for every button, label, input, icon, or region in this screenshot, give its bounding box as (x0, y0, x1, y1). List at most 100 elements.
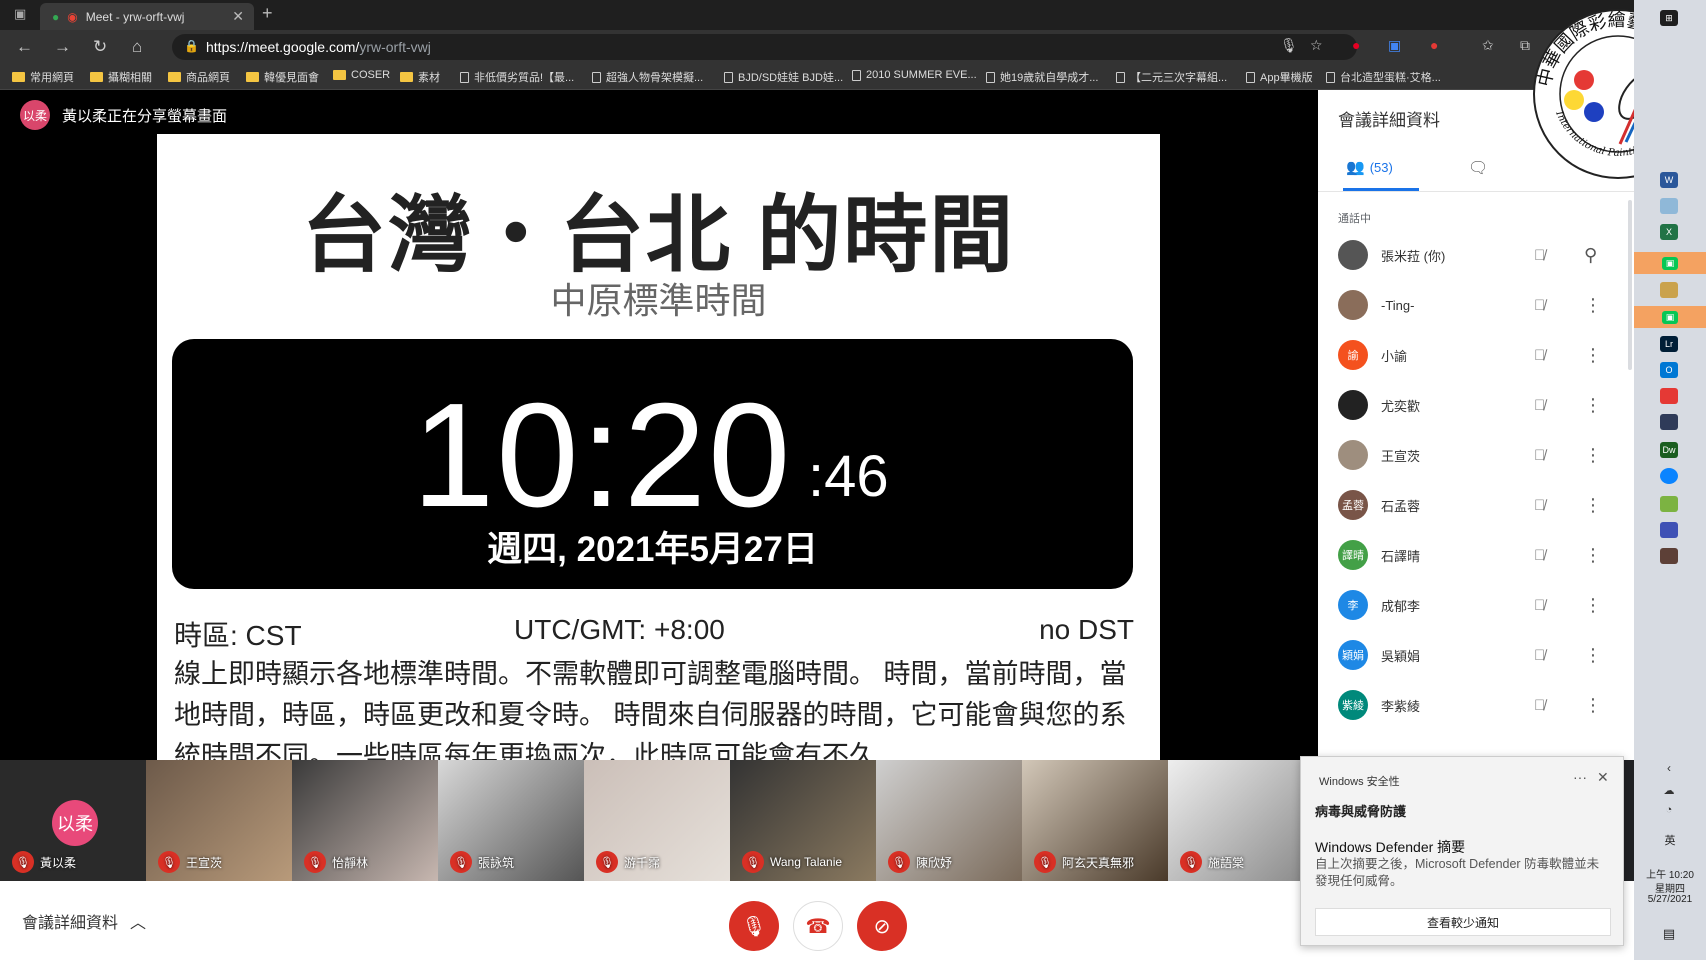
bookmark-item[interactable]: 【二元三次字幕組... (1116, 69, 1227, 85)
bookmark-item[interactable]: 2010 SUMMER EVE... (852, 69, 977, 81)
excel-icon[interactable]: X (1660, 224, 1678, 240)
participant-row[interactable]: 譯晴 石譯晴 🎙̸ ⋮ (1318, 530, 1634, 580)
pinterest-extension-icon[interactable]: ● (1352, 37, 1360, 53)
bookmark-label: 非低價劣質品!【最... (474, 72, 575, 84)
ime-indicator[interactable]: 英 (1634, 832, 1706, 848)
toast-more-icon[interactable]: ··· (1573, 769, 1587, 785)
more-options-icon[interactable]: ⋮ (1584, 395, 1602, 416)
windows-security-toast[interactable]: Windows 安全性 ··· ✕ 病毒與威脅防護 Windows Defend… (1300, 756, 1624, 946)
participant-tile[interactable]: 🎙 王宣茨 (146, 760, 292, 881)
outlook-icon[interactable]: O (1660, 362, 1678, 378)
home-icon[interactable]: ⌂ (132, 37, 142, 57)
clock-date-tray[interactable]: 5/27/2021 (1634, 894, 1706, 905)
tab-actions-icon[interactable]: ▣ (14, 6, 26, 22)
bookmark-item[interactable]: 超強人物骨架模擬... (592, 69, 703, 85)
action-center-icon[interactable]: ▤ (1660, 926, 1678, 942)
collections-icon[interactable]: ⧉ (1520, 37, 1530, 54)
favorite-star-icon[interactable]: ☆ (1310, 37, 1323, 54)
app-icon[interactable] (1660, 198, 1678, 214)
bookmark-item[interactable]: 攝糊相關 (90, 69, 152, 85)
news-extension-icon[interactable]: ▣ (1388, 37, 1401, 54)
bookmark-item[interactable]: App畢機版 (1246, 69, 1313, 85)
participant-row[interactable]: 孟蓉 石孟蓉 🎙̸ ⋮ (1318, 480, 1634, 530)
browser-tab-meet[interactable]: ● ◉ Meet - yrw-orft-vwj ✕ (40, 3, 254, 30)
bookmark-item[interactable]: 韓優見面會 (246, 69, 319, 85)
forward-icon[interactable]: → (54, 37, 71, 57)
bookmark-item[interactable]: 她19歲就自學成才... (986, 69, 1098, 85)
dreamweaver-icon[interactable]: Dw (1660, 442, 1678, 458)
mic-muted-icon: 🎙̸ (1534, 696, 1546, 714)
word-icon[interactable]: W (1660, 172, 1678, 188)
bookmark-item[interactable]: 商品網頁 (168, 69, 230, 85)
bookmark-item[interactable]: BJD/SD娃娃 BJD娃... (724, 69, 843, 85)
network-icon[interactable]: ◔ (1660, 802, 1678, 818)
line-app-2-icon[interactable]: ▣ (1634, 306, 1706, 328)
favorites-icon[interactable]: ✩ (1482, 37, 1494, 54)
tab-chat[interactable]: 🗨 (1468, 158, 1488, 178)
participant-tile[interactable]: 🎙 游千霈 (584, 760, 730, 881)
participant-row[interactable]: 李成郁李 🎙̸ ⋮ (1318, 580, 1634, 630)
extension-icon[interactable]: ● (1430, 37, 1438, 53)
participant-row[interactable]: 王宣茨 🎙̸ ⋮ (1318, 430, 1634, 480)
leave-call-button[interactable]: ☎ (793, 901, 843, 951)
new-tab-icon[interactable]: + (262, 3, 273, 24)
pin-icon[interactable]: ⚲ (1584, 245, 1597, 266)
app-dark-icon[interactable] (1660, 414, 1678, 430)
bookmark-item[interactable]: 素材 (400, 69, 440, 85)
bookmark-item[interactable]: COSER (333, 69, 390, 81)
participant-tile[interactable]: 🎙 阿玄天真無邪 (1022, 760, 1168, 881)
participant-row[interactable]: 紫綾 李紫綾 🎙̸ ⋮ (1318, 680, 1634, 730)
tab-people[interactable]: 👥 (53) (1346, 158, 1393, 176)
participant-tile[interactable]: 🎙 Wang Talanie (730, 760, 876, 881)
participant-row[interactable]: 尤奕歡 🎙̸ ⋮ (1318, 380, 1634, 430)
participant-filmstrip: 以柔 🎙 黃以柔 🎙 王宣茨 🎙 怡靜林 🎙 張詠筑 🎙 游千霈 🎙 Wang Talanie 🎙 陳欣妤 🎙… (0, 760, 1314, 881)
more-options-icon[interactable]: ⋮ (1584, 345, 1602, 366)
meeting-details-toggle[interactable]: 會議詳細資料 ︿ (22, 909, 146, 933)
more-options-icon[interactable]: ⋮ (1584, 695, 1602, 716)
participant-row[interactable]: 諭小諭 🎙̸ ⋮ (1318, 330, 1634, 380)
participant-row[interactable]: -Ting- 🎙̸ ⋮ (1318, 280, 1634, 330)
mic-toggle-button[interactable]: 🎙 (729, 901, 779, 951)
participant-tile[interactable]: 以柔 🎙 黃以柔 (0, 760, 146, 881)
more-options-icon[interactable]: ⋮ (1584, 595, 1602, 616)
windows-start-icon[interactable]: ⊞ (1660, 10, 1678, 26)
file-icon[interactable] (1660, 522, 1678, 538)
participant-scrollbar[interactable] (1628, 200, 1632, 370)
more-options-icon[interactable]: ⋮ (1584, 645, 1602, 666)
toast-close-icon[interactable]: ✕ (1597, 769, 1609, 786)
mic-indicator-icon[interactable]: 🎙 (1280, 37, 1298, 54)
close-tab-icon[interactable]: ✕ (232, 8, 244, 25)
show-hidden-icons-icon[interactable]: ‹ (1660, 760, 1678, 776)
bookmark-label: 台北造型蛋糕·艾格... (1340, 72, 1441, 84)
line-app-icon[interactable]: ▣ (1634, 252, 1706, 274)
back-icon[interactable]: ← (16, 37, 33, 57)
edge-icon[interactable] (1660, 468, 1678, 484)
reload-icon[interactable]: ↻ (93, 37, 107, 57)
more-options-icon[interactable]: ⋮ (1584, 295, 1602, 316)
store-icon[interactable] (1660, 282, 1678, 298)
more-options-icon[interactable]: ⋮ (1584, 545, 1602, 566)
clock-time-tray[interactable]: 上午 10:20 (1634, 866, 1706, 881)
more-options-icon[interactable]: ⋮ (1584, 445, 1602, 466)
more-options-icon[interactable]: ⋮ (1584, 495, 1602, 516)
notes-icon[interactable] (1660, 496, 1678, 512)
lightroom-icon[interactable]: Lr (1660, 336, 1678, 352)
toast-action-button[interactable]: 查看較少通知 (1315, 908, 1611, 936)
bookmark-item[interactable]: 常用網頁 (12, 69, 74, 85)
bookmark-item[interactable]: 非低價劣質品!【最... (460, 69, 574, 85)
participant-row[interactable]: 張米菈 (你) 🎙̸ ⚲ (1318, 230, 1634, 280)
chrome-icon[interactable] (1660, 388, 1678, 404)
sticky-icon[interactable] (1660, 548, 1678, 564)
participant-tile[interactable]: 🎙 怡靜林 (292, 760, 438, 881)
bookmark-item[interactable]: 台北造型蛋糕·艾格... (1326, 69, 1441, 85)
clock-weekday-tray[interactable]: 星期四 (1634, 880, 1706, 895)
participant-tile[interactable]: 🎙 張詠筑 (438, 760, 584, 881)
chat-icon: 🗨 (1468, 160, 1489, 177)
system-tray-icon[interactable]: ☁ (1660, 782, 1678, 798)
participant-tile[interactable]: 🎙 陳欣妤 (876, 760, 1022, 881)
url-field[interactable]: 🔒 https://meet.google.com/yrw-orft-vwj (172, 34, 1357, 60)
participant-tile[interactable]: 🎙 施語棠 (1168, 760, 1314, 881)
lock-icon[interactable]: 🔒 (184, 39, 199, 53)
participant-row[interactable]: 穎娟 吳穎娟 🎙̸ ⋮ (1318, 630, 1634, 680)
camera-toggle-button[interactable]: ⊘ (857, 901, 907, 951)
